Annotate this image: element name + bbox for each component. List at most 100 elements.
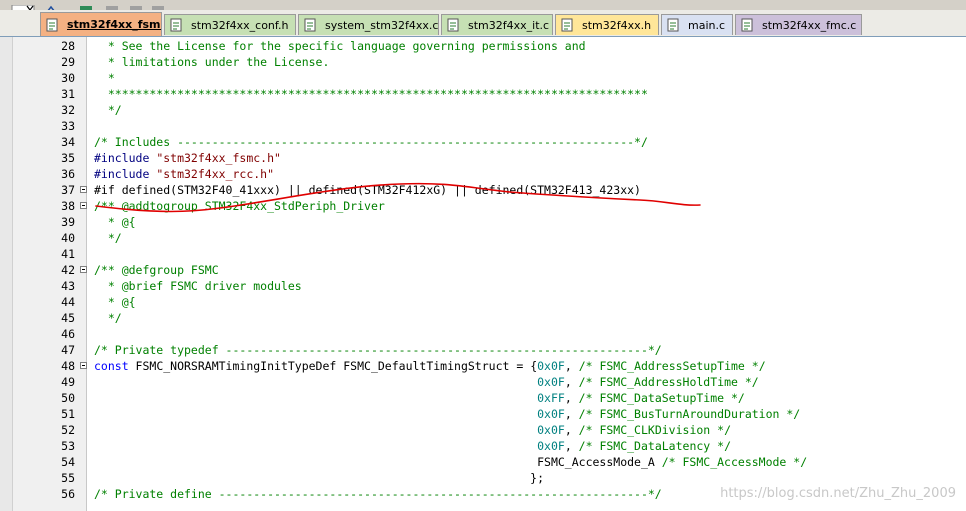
line-number: 52 (61, 423, 75, 437)
code-token: #include (94, 151, 157, 165)
code-text: * limitations under the License. (94, 54, 330, 70)
code-line[interactable]: 40 */ (0, 230, 966, 246)
code-line[interactable]: 37 #if defined(STM32F40_41xxx) || defined… (0, 182, 966, 198)
code-line[interactable]: 34 /* Includes --------------------------… (0, 134, 966, 150)
code-line[interactable]: 55 }; (0, 470, 966, 486)
code-line[interactable]: 35 #include "stm32f4xx_fsmc.h" (0, 150, 966, 166)
tab-stm32f4xx-conf-h[interactable]: stm32f4xx_conf.h (164, 14, 296, 35)
line-number: 30 (61, 71, 75, 85)
code-text: 0xFF, /* FSMC_DataSetupTime */ (94, 390, 745, 406)
code-line[interactable]: 48 const FSMC_NORSRAMTimingInitTypeDef FS… (0, 358, 966, 374)
tab-main-c[interactable]: main.c (661, 14, 733, 35)
code-line[interactable]: 41 (0, 246, 966, 262)
code-text: FSMC_AccessMode_A /* FSMC_AccessMode */ (94, 454, 807, 470)
code-line[interactable]: 53 0x0F, /* FSMC_DataLatency */ (0, 438, 966, 454)
code-line[interactable]: 42 /** @defgroup FSMC (0, 262, 966, 278)
code-text: /* Includes ----------------------------… (94, 134, 648, 150)
line-number: 33 (61, 119, 75, 133)
code-token: /** @addtogroup STM32F4xx_StdPeriph_Driv… (94, 199, 385, 213)
code-token: , (564, 375, 579, 389)
code-text: */ (94, 310, 122, 326)
fold-collapse-icon[interactable] (80, 362, 87, 369)
code-line[interactable]: 39 * @{ (0, 214, 966, 230)
tab-system-stm32f4xx-c[interactable]: system_stm32f4xx.c (298, 14, 439, 35)
code-token: "stm32f4xx_fsmc.h" (156, 151, 281, 165)
line-number: 45 (61, 311, 75, 325)
line-number: 32 (61, 103, 75, 117)
code-line[interactable]: 54 FSMC_AccessMode_A /* FSMC_AccessMode … (0, 454, 966, 470)
tab-label: stm32f4xx_it.c (468, 18, 550, 32)
code-token: /* Private typedef ---------------------… (94, 343, 662, 357)
code-text: /* Private define ----------------------… (94, 486, 662, 502)
code-line[interactable]: 30 * (0, 70, 966, 86)
fold-collapse-icon[interactable] (80, 202, 87, 209)
code-token: , (564, 439, 579, 453)
code-line[interactable]: 31 *************************************… (0, 86, 966, 102)
code-line[interactable]: 52 0x0F, /* FSMC_CLKDivision */ (0, 422, 966, 438)
tab-stm32f4xx-fmc-c[interactable]: stm32f4xx_fmc.c (735, 14, 862, 35)
code-token: #if defined(STM32F40_41xxx) || defined(S… (94, 183, 641, 197)
line-number: 53 (61, 439, 75, 453)
code-line[interactable]: 46 (0, 326, 966, 342)
tab-stm32f4xx-fsmc-c[interactable]: stm32f4xx_fsmc.c (40, 12, 162, 36)
code-token: }; (94, 471, 545, 485)
line-number: 49 (61, 375, 75, 389)
code-token: /* FSMC_BusTurnAroundDuration */ (578, 407, 801, 421)
line-number: 36 (61, 167, 75, 181)
tab-stm32f4xx-h[interactable]: stm32f4xx.h (555, 14, 659, 35)
watermark: https://blog.csdn.net/Zhu_Zhu_2009 (720, 486, 956, 501)
code-line[interactable]: 45 */ (0, 310, 966, 326)
code-line[interactable]: 32 */ (0, 102, 966, 118)
code-text: 0x0F, /* FSMC_BusTurnAroundDuration */ (94, 406, 800, 422)
code-line[interactable]: 44 * @{ (0, 294, 966, 310)
code-line[interactable]: 38 /** @addtogroup STM32F4xx_StdPeriph_Dr… (0, 198, 966, 214)
code-line[interactable]: 43 * @brief FSMC driver modules (0, 278, 966, 294)
tab-label: stm32f4xx_conf.h (191, 18, 289, 32)
file-icon (304, 18, 317, 32)
line-number: 55 (61, 471, 75, 485)
line-number: 38 (61, 199, 75, 213)
code-token: /* FSMC_DataSetupTime */ (578, 391, 745, 405)
editor-tab-bar: stm32f4xx_fsmc.c stm32f4xx_conf.h system_s… (0, 10, 966, 37)
fold-collapse-icon[interactable] (80, 186, 87, 193)
code-line[interactable]: 28 * See the License for the specific la… (0, 38, 966, 54)
file-icon (447, 18, 460, 32)
code-line[interactable]: 36 #include "stm32f4xx_rcc.h" (0, 166, 966, 182)
file-icon (741, 18, 754, 32)
code-token: 0x0F (537, 407, 565, 421)
code-token: 0x0F (537, 375, 565, 389)
line-number: 39 (61, 215, 75, 229)
line-number: 42 (61, 263, 75, 277)
code-text: const FSMC_NORSRAMTimingInitTypeDef FSMC… (94, 358, 766, 374)
code-token: /* FSMC_DataLatency */ (578, 439, 731, 453)
editor-lines[interactable]: 28 * See the License for the specific la… (0, 38, 966, 502)
code-line[interactable]: 49 0x0F, /* FSMC_AddressHoldTime */ (0, 374, 966, 390)
line-number: 50 (61, 391, 75, 405)
code-line[interactable]: 29 * limitations under the License. (0, 54, 966, 70)
code-text: */ (94, 102, 122, 118)
code-text: * (94, 70, 115, 86)
fold-collapse-icon[interactable] (80, 266, 87, 273)
code-text: * @brief FSMC driver modules (94, 278, 302, 294)
code-token: 0xFF (537, 391, 565, 405)
code-token: const (94, 359, 129, 373)
line-number: 31 (61, 87, 75, 101)
tab-label: stm32f4xx_fmc.c (762, 18, 857, 32)
code-line[interactable]: 33 (0, 118, 966, 134)
code-line[interactable]: 51 0x0F, /* FSMC_BusTurnAroundDuration *… (0, 406, 966, 422)
code-text: 0x0F, /* FSMC_CLKDivision */ (94, 422, 731, 438)
code-token: /* Private define ----------------------… (94, 487, 662, 501)
code-text: * @{ (94, 294, 136, 310)
code-line[interactable]: 50 0xFF, /* FSMC_DataSetupTime */ (0, 390, 966, 406)
line-number: 28 (61, 39, 75, 53)
code-line[interactable]: 47 /* Private typedef -------------------… (0, 342, 966, 358)
tab-stm32f4xx-it-c[interactable]: stm32f4xx_it.c (441, 14, 553, 35)
code-token: ****************************************… (94, 87, 648, 101)
line-number: 43 (61, 279, 75, 293)
line-number: 48 (61, 359, 75, 373)
code-text: 0x0F, /* FSMC_AddressHoldTime */ (94, 374, 759, 390)
